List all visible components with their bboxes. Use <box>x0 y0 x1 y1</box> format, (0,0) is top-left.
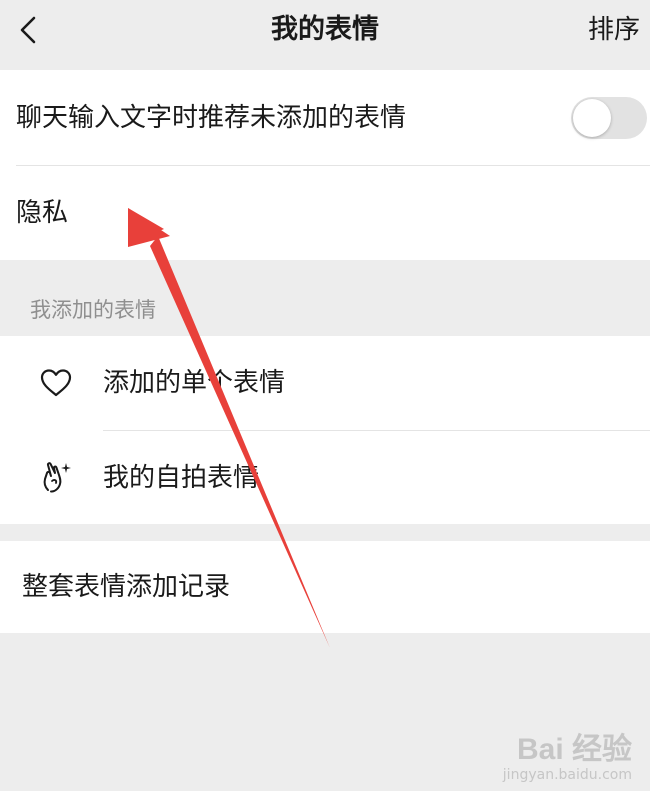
recommend-toggle[interactable] <box>571 96 647 139</box>
sort-button[interactable]: 排序 <box>588 12 640 48</box>
watermark-url: jingyan.baidu.com <box>502 767 632 783</box>
recommend-label: 聊天输入文字时推荐未添加的表情 <box>16 102 407 133</box>
my-stickers-group: 添加的单个表情 我的自拍表情 <box>0 336 650 524</box>
page-title: 我的表情 <box>271 14 379 45</box>
hand-sparkle-icon <box>38 460 74 496</box>
watermark-logo: Bai 经验 <box>516 733 632 766</box>
list-item-label: 我的自拍表情 <box>103 462 260 493</box>
navigation-bar: 我的表情 排序 <box>0 0 650 68</box>
sticker-history-row[interactable]: 整套表情添加记录 <box>0 541 650 633</box>
watermark: Bai 经验 jingyan.baidu.com <box>503 733 632 783</box>
list-item-selfie-stickers[interactable]: 我的自拍表情 <box>0 431 650 524</box>
heart-icon <box>38 365 74 401</box>
recommend-row[interactable]: 聊天输入文字时推荐未添加的表情 <box>0 70 650 165</box>
sticker-history-label: 整套表情添加记录 <box>22 572 231 602</box>
privacy-label: 隐私 <box>16 198 69 228</box>
list-item-label: 添加的单个表情 <box>103 368 286 398</box>
list-item-single-stickers[interactable]: 添加的单个表情 <box>0 336 650 430</box>
history-group: 整套表情添加记录 <box>0 541 650 633</box>
privacy-row[interactable]: 隐私 <box>0 166 650 260</box>
settings-group: 聊天输入文字时推荐未添加的表情 隐私 <box>0 70 650 260</box>
toggle-knob <box>573 98 611 137</box>
section-header-my-stickers: 我添加的表情 <box>30 298 156 322</box>
